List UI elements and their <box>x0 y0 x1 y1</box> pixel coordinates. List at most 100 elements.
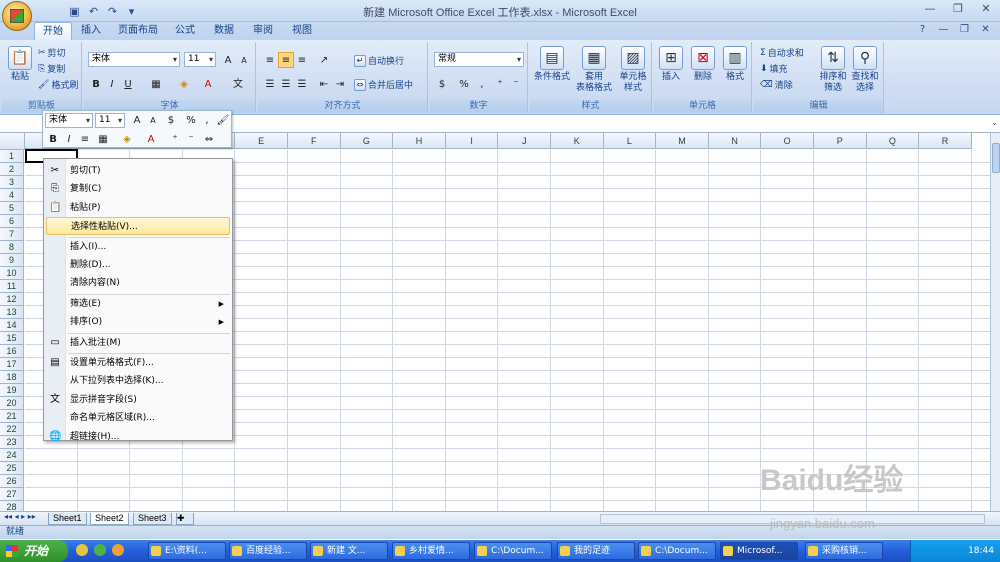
minimize-icon[interactable]: — <box>916 0 944 18</box>
decrease-decimal-icon[interactable]: ⁻ <box>508 76 524 92</box>
mini-font-combo[interactable]: 宋体 <box>45 113 93 128</box>
taskbar-button[interactable]: C:\Docum... <box>474 542 552 560</box>
tab-data[interactable]: 数据 <box>208 22 240 40</box>
percent-icon[interactable]: % <box>456 76 472 92</box>
restore-icon[interactable]: ❐ <box>958 23 971 36</box>
select-all-corner[interactable] <box>0 133 25 150</box>
mini-italic-icon[interactable]: I <box>61 131 77 147</box>
quick-launch-icon[interactable] <box>76 544 88 556</box>
align-left-icon[interactable]: ☰ <box>262 76 278 92</box>
close-workbook-icon[interactable]: ✕ <box>979 23 992 36</box>
sheet-tab-2[interactable]: Sheet2 <box>90 513 129 525</box>
cell-styles-button[interactable]: ▨ 单元格 样式 <box>616 46 650 94</box>
undo-icon[interactable]: ↶ <box>87 5 100 18</box>
align-top-icon[interactable]: ≡ <box>262 52 278 68</box>
row-header[interactable]: 19 <box>0 384 24 397</box>
align-center-icon[interactable]: ☰ <box>278 76 294 92</box>
context-menu-item[interactable]: 清除内容(N) <box>46 274 230 292</box>
customize-qat-icon[interactable]: ▾ <box>125 5 138 18</box>
column-header[interactable]: G <box>340 133 394 149</box>
insert-cells-button[interactable]: ⊞ 插入 <box>656 46 686 83</box>
mini-fill-color-icon[interactable]: ◈ <box>119 131 135 147</box>
mini-borders-icon[interactable]: ▦ <box>95 131 111 147</box>
sort-filter-button[interactable]: ⇅ 排序和 筛选 <box>818 46 848 94</box>
row-header[interactable]: 23 <box>0 436 24 449</box>
mini-size-combo[interactable]: 11 <box>95 113 125 128</box>
start-button[interactable]: 开始 <box>0 540 68 562</box>
row-header[interactable]: 18 <box>0 371 24 384</box>
orientation-icon[interactable]: ↗ <box>316 52 332 68</box>
fill-color-icon[interactable]: ◈ <box>176 76 192 92</box>
taskbar-button[interactable]: 乡村爱情... <box>392 542 470 560</box>
row-header[interactable]: 13 <box>0 306 24 319</box>
mini-align-center-icon[interactable]: ≡ <box>77 131 93 147</box>
row-header[interactable]: 27 <box>0 488 24 501</box>
context-menu-item[interactable]: 筛选(E) ▶ <box>46 295 230 313</box>
row-header[interactable]: 16 <box>0 345 24 358</box>
wrap-text-button[interactable]: ↵ 自动换行 <box>354 54 404 67</box>
row-header[interactable]: 12 <box>0 293 24 306</box>
column-header[interactable]: N <box>708 133 762 149</box>
taskbar-button[interactable]: 采购核销... <box>805 542 883 560</box>
context-menu-item[interactable]: 从下拉列表中选择(K)... <box>46 372 230 390</box>
context-menu-item[interactable]: 🌐 超链接(H)... <box>46 428 230 446</box>
mini-currency-icon[interactable]: $ <box>163 112 179 128</box>
borders-icon[interactable]: ▦ <box>148 76 164 92</box>
row-header[interactable]: 25 <box>0 462 24 475</box>
decrease-indent-icon[interactable]: ⇤ <box>316 76 332 92</box>
row-header[interactable]: 8 <box>0 241 24 254</box>
save-icon[interactable]: ▣ <box>68 5 81 18</box>
column-header[interactable]: P <box>814 133 867 149</box>
mini-decrease-decimal-icon[interactable]: ⁻ <box>183 131 199 147</box>
bold-icon[interactable]: B <box>88 76 104 92</box>
row-header[interactable]: 22 <box>0 423 24 436</box>
number-format-combo[interactable]: 常规 <box>434 52 524 67</box>
taskbar-button[interactable]: E:\资料(... <box>148 542 226 560</box>
mini-format-painter-icon[interactable]: 🖌 <box>215 112 231 128</box>
mini-percent-icon[interactable]: % <box>183 112 199 128</box>
mini-comma-icon[interactable]: , <box>199 112 215 128</box>
context-menu-item[interactable]: ▭ 插入批注(M) <box>46 334 230 352</box>
row-header[interactable]: 17 <box>0 358 24 371</box>
mini-bold-icon[interactable]: B <box>45 131 61 147</box>
find-select-button[interactable]: ⚲ 查找和 选择 <box>850 46 880 94</box>
fill-button[interactable]: ⬇ 填充 <box>760 62 788 76</box>
quick-launch-icon[interactable] <box>94 544 106 556</box>
row-header[interactable]: 4 <box>0 189 24 202</box>
sheet-tab-1[interactable]: Sheet1 <box>48 513 87 525</box>
row-header[interactable]: 1 <box>0 150 24 163</box>
font-name-combo[interactable]: 宋体 <box>88 52 180 67</box>
column-header[interactable]: K <box>551 133 604 149</box>
column-header[interactable]: E <box>235 133 288 149</box>
tab-formulas[interactable]: 公式 <box>170 22 200 40</box>
cut-button[interactable]: ✂ 剪切 <box>38 46 66 60</box>
help-icon[interactable]: ? <box>916 23 929 36</box>
column-header[interactable]: O <box>761 133 814 149</box>
delete-cells-button[interactable]: ⊠ 删除 <box>688 46 718 83</box>
sheet-tab-3[interactable]: Sheet3 <box>133 513 172 525</box>
mini-shrink-font-icon[interactable]: A <box>145 112 161 128</box>
shrink-font-icon[interactable]: A <box>236 52 252 68</box>
taskbar-button[interactable]: 新建 文... <box>310 542 388 560</box>
row-header[interactable]: 9 <box>0 254 24 267</box>
taskbar-button[interactable]: 我的足迹 <box>557 542 635 560</box>
format-cells-button[interactable]: ▥ 格式 <box>720 46 750 83</box>
context-menu-item[interactable]: 排序(O) ▶ <box>46 313 230 331</box>
row-header[interactable]: 28 <box>0 501 24 511</box>
row-header[interactable]: 7 <box>0 228 24 241</box>
row-header[interactable]: 2 <box>0 163 24 176</box>
column-header[interactable]: M <box>656 133 709 149</box>
clear-button[interactable]: ⌫ 清除 <box>760 78 793 92</box>
tab-review[interactable]: 审阅 <box>248 22 278 40</box>
column-header[interactable]: Q <box>866 133 920 149</box>
mini-merge-icon[interactable]: ⇔ <box>201 131 217 147</box>
column-header[interactable]: I <box>445 133 499 149</box>
context-menu-item[interactable]: ✂ 剪切(T) <box>46 162 230 180</box>
mini-grow-font-icon[interactable]: A <box>129 112 145 128</box>
align-right-icon[interactable]: ☰ <box>294 76 310 92</box>
font-color-icon[interactable]: A <box>200 76 216 92</box>
increase-decimal-icon[interactable]: ⁺ <box>492 76 508 92</box>
row-header[interactable]: 20 <box>0 397 24 410</box>
tab-insert[interactable]: 插入 <box>76 22 106 40</box>
row-header[interactable]: 3 <box>0 176 24 189</box>
